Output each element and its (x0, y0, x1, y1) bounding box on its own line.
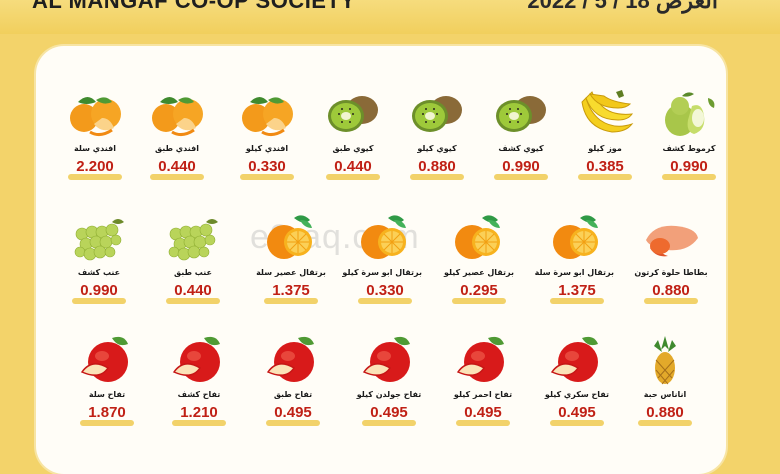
product-price: 0.880 (652, 282, 690, 299)
product-name: برتقال عصير سلة (256, 268, 326, 277)
product-item: تفاح سكري كيلو 0.495 (540, 334, 614, 444)
apple-icon (452, 334, 514, 386)
product-item: كيوي طبق 0.440 (316, 88, 390, 198)
apple-icon (546, 334, 608, 386)
product-name: برتقال عصير كيلو (443, 268, 515, 277)
product-name: افندي كيلو (245, 144, 289, 153)
product-price: 0.990 (670, 158, 708, 175)
mandarin-icon (64, 88, 126, 140)
apple-icon (262, 334, 324, 386)
product-name: بطاطا حلوة كرتون (634, 268, 708, 277)
product-item: تفاح جولدن كيلو 0.495 (352, 334, 426, 444)
pear-icon (658, 88, 720, 140)
product-name: عنب كشف (77, 268, 121, 277)
product-item: موز كيلو 0.385 (568, 88, 642, 198)
orange-icon (354, 212, 416, 264)
product-name: عنب طبق (174, 268, 212, 277)
product-price: 0.440 (174, 282, 212, 299)
product-name: تفاح سكري كيلو (544, 390, 610, 399)
product-item: برتقال عصير كيلو 0.295 (442, 212, 516, 322)
product-price: 1.375 (272, 282, 310, 299)
product-item: برتقال ابو سرة كيلو 0.330 (342, 212, 422, 322)
product-price: 0.440 (158, 158, 196, 175)
product-price: 1.375 (558, 282, 596, 299)
product-item: افندي طبق 0.440 (140, 88, 214, 198)
product-name: كرموط كشف (662, 144, 716, 153)
product-item: افندي سلة 2.200 (58, 88, 132, 198)
product-name: كيوي كشف (498, 144, 544, 153)
product-name: تفاح جولدن كيلو (356, 390, 422, 399)
product-name: تفاح سلة (88, 390, 126, 399)
product-price: 0.385 (586, 158, 624, 175)
header-banner: AL MANGAF CO-OP SOCIETY 2022 / 5 / 18 ال… (0, 0, 780, 34)
product-item: بطاطا حلوة كرتون 0.880 (634, 212, 708, 322)
product-item: تفاح سلة 1.870 (70, 334, 144, 444)
product-name: تفاح كشف (177, 390, 221, 399)
orange-icon (448, 212, 510, 264)
product-item: تفاح احمر كيلو 0.495 (446, 334, 520, 444)
product-price: 0.295 (460, 282, 498, 299)
pineapple-icon (634, 334, 696, 386)
date-value: 2022 / 5 / 18 (527, 0, 650, 13)
product-name: كيوي طبق (332, 144, 374, 153)
product-price: 0.330 (248, 158, 286, 175)
product-item: كيوي كشف 0.990 (484, 88, 558, 198)
date-label: العرض (655, 0, 718, 13)
product-item: كيوي كيلو 0.880 (400, 88, 474, 198)
product-price: 0.990 (502, 158, 540, 175)
product-name: اناناس حبة (643, 390, 687, 399)
product-name: تفاح احمر كيلو (453, 390, 513, 399)
kiwi-icon (490, 88, 552, 140)
kiwi-icon (406, 88, 468, 140)
product-price: 0.440 (334, 158, 372, 175)
product-name: افندي طبق (155, 144, 199, 153)
product-item: برتقال عصير سلة 1.375 (254, 212, 328, 322)
product-item: تفاح طبق 0.495 (256, 334, 330, 444)
banana-icon (574, 88, 636, 140)
product-price: 0.880 (646, 404, 684, 421)
product-name: موز كيلو (588, 144, 622, 153)
product-name: كيوي كيلو (417, 144, 457, 153)
product-price: 0.330 (366, 282, 404, 299)
brand-title: AL MANGAF CO-OP SOCIETY (32, 0, 356, 13)
sweet-potato-icon (640, 212, 702, 264)
product-item: عنب طبق 0.440 (156, 212, 230, 322)
product-name: برتقال ابو سرة كيلو (342, 268, 422, 277)
grapes-icon (162, 212, 224, 264)
apple-icon (168, 334, 230, 386)
mandarin-icon (236, 88, 298, 140)
apple-icon (76, 334, 138, 386)
product-price: 0.880 (418, 158, 456, 175)
kiwi-icon (322, 88, 384, 140)
product-price: 1.870 (88, 404, 126, 421)
product-price: 0.495 (558, 404, 596, 421)
product-name: افندي سلة (74, 144, 116, 153)
grapes-icon (68, 212, 130, 264)
product-item: اناناس حبة 0.880 (628, 334, 702, 444)
product-item: افندي كيلو 0.330 (230, 88, 304, 198)
offer-date: 2022 / 5 / 18 العرض (527, 0, 718, 14)
product-price: 1.210 (180, 404, 218, 421)
mandarin-icon (146, 88, 208, 140)
product-item: عنب كشف 0.990 (62, 212, 136, 322)
product-item: تفاح كشف 1.210 (162, 334, 236, 444)
product-price: 2.200 (76, 158, 114, 175)
product-price: 0.495 (464, 404, 502, 421)
product-item: برتقال ابو سرة سلة 1.375 (534, 212, 614, 322)
product-price: 0.495 (370, 404, 408, 421)
orange-icon (546, 212, 608, 264)
orange-icon (260, 212, 322, 264)
product-item: كرموط كشف 0.990 (652, 88, 726, 198)
product-name: تفاح طبق (273, 390, 313, 399)
apple-icon (358, 334, 420, 386)
product-price: 0.495 (274, 404, 312, 421)
product-price: 0.990 (80, 282, 118, 299)
product-name: برتقال ابو سرة سلة (534, 268, 614, 277)
